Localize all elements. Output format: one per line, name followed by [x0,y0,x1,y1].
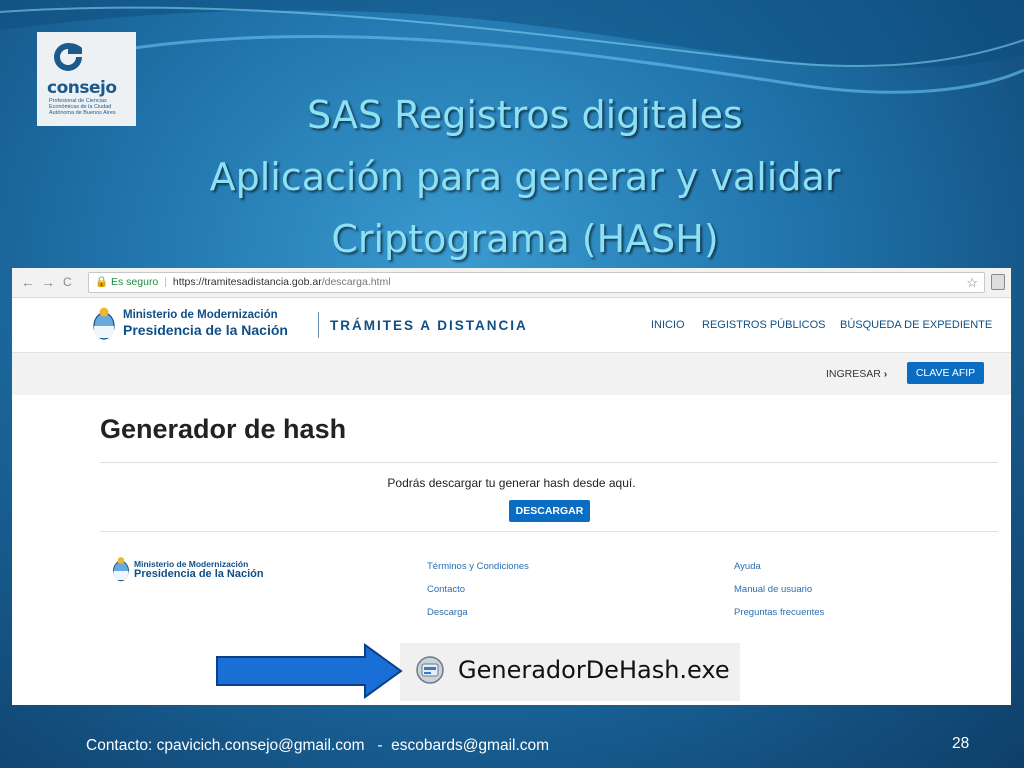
forward-arrow-icon[interactable]: → [41,274,55,290]
clave-afip-button[interactable]: CLAVE AFIP [907,362,984,384]
descargar-button[interactable]: DESCARGAR [509,500,590,522]
site-header: Ministerio de Modernización Presidencia … [12,298,1011,353]
chevron-right-icon: › [883,368,888,380]
title-line-2: Aplicación para generar y validar [209,155,841,199]
nav-registros-publicos[interactable]: REGISTROS PÚBLICOS [702,319,825,331]
header-ministry-line2: Presidencia de la Nación [123,322,288,338]
consejo-logo-icon [54,43,82,71]
nav-inicio[interactable]: INICIO [651,319,685,331]
pointer-arrow-icon [216,643,403,699]
footer-link-contacto[interactable]: Contacto [427,584,465,595]
login-bar: INGRESAR › CLAVE AFIP [12,353,1011,395]
footer-divider [100,531,998,532]
footer-ministry-line2: Presidencia de la Nación [134,568,264,580]
extension-icon[interactable] [991,274,1005,290]
slide-title: SAS Registros digitales Aplicación para … [120,84,930,270]
browser-screenshot: ← → C 🔒 Es seguro | https://tramitesadis… [12,268,1011,705]
url-path: /descarga.html [321,276,391,288]
footer-link-descarga[interactable]: Descarga [427,607,468,618]
download-description: Podrás descargar tu generar hash desde a… [387,476,636,490]
header-divider [318,312,319,338]
header-ministry-line1: Ministerio de Modernización [123,309,278,321]
url-host: https://tramitesadistancia.gob.ar [172,276,322,288]
address-bar[interactable]: 🔒 Es seguro | https://tramitesadistancia… [88,272,985,293]
browser-toolbar: ← → C 🔒 Es seguro | https://tramitesadis… [12,268,1011,298]
slide-page-number: 28 [952,735,970,752]
exe-file-name: GeneradorDeHash.exe [458,656,730,684]
exe-file-item[interactable]: GeneradorDeHash.exe [400,643,740,701]
page-heading: Generador de hash [100,414,347,444]
title-line-3: Criptograma (HASH) [331,217,719,261]
title-line-1: SAS Registros digitales [307,93,743,137]
footer-argentina-shield-icon [113,557,129,582]
bookmark-star-icon[interactable]: ☆ [966,273,978,292]
logo-wordmark: consejo [47,78,117,98]
footer-link-manual[interactable]: Manual de usuario [734,584,812,595]
argentina-shield-icon [93,307,115,340]
reload-icon[interactable]: C [63,275,72,289]
executable-file-icon [416,656,444,684]
back-arrow-icon[interactable]: ← [21,274,35,290]
brand-tramites-a-distancia[interactable]: TRÁMITES A DISTANCIA [330,318,528,333]
secure-label: Es seguro [111,276,159,288]
logo-subtitle: Profesional de Ciencias Económicas de la… [49,98,116,116]
lock-icon: 🔒 [95,276,109,288]
nav-busqueda-expediente[interactable]: BÚSQUEDA DE EXPEDIENTE [840,319,992,331]
address-separator: | [164,276,167,288]
ingresar-link[interactable]: INGRESAR › [826,368,887,380]
footer-link-ayuda[interactable]: Ayuda [734,561,761,572]
footer-link-preguntas[interactable]: Preguntas frecuentes [734,607,824,618]
slide-footer-contact: Contacto: cpavicich.consejo@gmail.com - … [86,737,550,754]
heading-divider [100,462,998,463]
footer-link-terminos[interactable]: Términos y Condiciones [427,561,529,572]
ingresar-label: INGRESAR [826,368,881,380]
